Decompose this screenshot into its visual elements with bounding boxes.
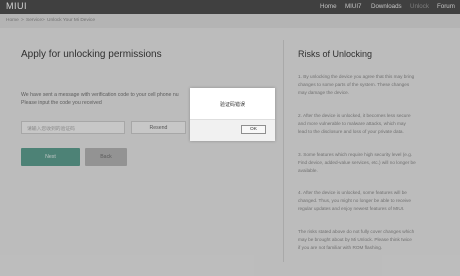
dialog-footer: OK <box>190 119 275 141</box>
ok-button[interactable]: OK <box>241 125 266 134</box>
error-dialog: 验证码错误 OK <box>190 88 275 141</box>
dialog-message: 验证码错误 <box>219 102 245 108</box>
